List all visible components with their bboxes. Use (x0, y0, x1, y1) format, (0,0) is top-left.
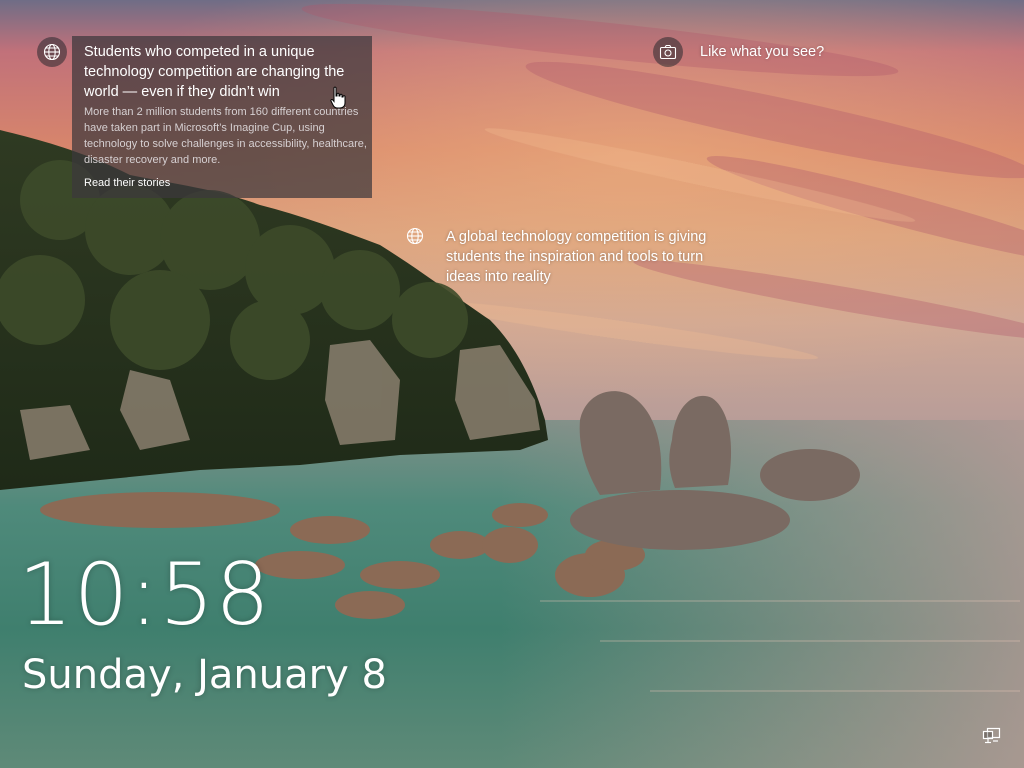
clock-time: 10:58 (18, 545, 271, 645)
network-icon (982, 727, 1001, 744)
spotlight-hotspot-card[interactable] (37, 37, 67, 67)
spotlight-card-title: Students who competed in a unique techno… (84, 44, 345, 100)
read-stories-link[interactable]: Read their stories (84, 175, 170, 191)
spotlight-card-body: More than 2 million students from 160 di… (84, 106, 367, 166)
camera-icon (659, 44, 677, 60)
globe-icon (406, 227, 424, 245)
like-what-you-see-label[interactable]: Like what you see? (700, 43, 824, 61)
clock-date: Sunday, January 8 (22, 652, 387, 698)
like-what-you-see-button[interactable] (653, 37, 683, 67)
mouse-pointer-hand (330, 86, 346, 110)
network-status-button[interactable] (982, 727, 1002, 745)
spotlight-tip-text[interactable]: A global technology competition is givin… (446, 227, 726, 287)
spotlight-hotspot-tip[interactable] (400, 221, 430, 251)
globe-icon (43, 43, 61, 61)
hand-cursor-icon (330, 86, 346, 109)
